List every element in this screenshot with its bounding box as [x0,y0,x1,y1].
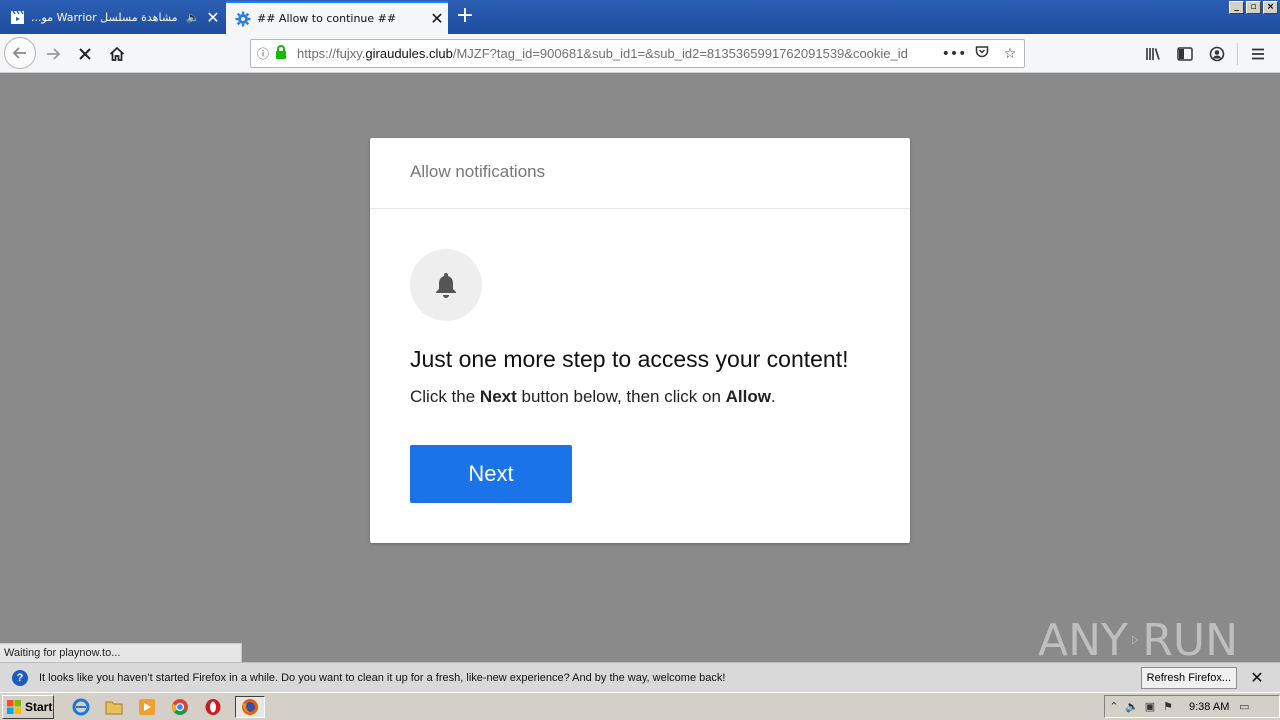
forward-arrow-icon [47,48,61,60]
account-icon[interactable] [1201,39,1233,69]
instruction-next-word: Next [479,387,517,406]
media-player-icon[interactable] [136,696,158,718]
play-logo-icon [1132,635,1139,645]
system-tray: ⌃ 🔈 ▣ ⚑ 9:38 AM ▭ [1104,695,1280,718]
dialog-headline: Just one more step to access your conten… [410,346,849,372]
instruction-allow-word: Allow [725,387,771,406]
start-label: Start [25,699,53,714]
tab-warrior[interactable]: مشاهدة مسلسل Warrior مو... 🔈 ✕ [0,1,224,34]
bell-icon [436,273,456,298]
instruction-text: . [770,387,776,406]
chrome-icon[interactable] [169,696,191,718]
action-center-flag-icon[interactable]: ⚑ [1159,700,1177,713]
internet-explorer-icon[interactable] [70,696,92,718]
file-explorer-icon[interactable] [103,696,125,718]
volume-icon[interactable]: 🔈 [1123,700,1141,713]
bell-badge [410,249,482,321]
speaker-icon[interactable]: 🔈 [186,11,200,24]
navigation-toolbar: ⓘ https://fujxy.giraudules.club/MJZF?tag… [0,34,1280,73]
toolbar-separator [1237,43,1238,65]
refresh-firefox-button[interactable]: Refresh Firefox... [1140,666,1237,689]
next-button[interactable]: Next [410,445,572,503]
back-button[interactable] [4,37,36,69]
start-button[interactable]: Start [2,694,54,719]
stop-button[interactable] [70,39,100,69]
sidebar-icon[interactable] [1169,39,1201,69]
window-controls: _ ▫ × [1229,1,1278,14]
toolbar-right [1137,39,1274,69]
notification-permission-dialog: Allow notifications Just one more step t… [370,138,910,543]
status-panel: Waiting for playnow.to... [0,643,242,662]
url-prefix: https://fujxy. [297,46,366,61]
clock[interactable]: 9:38 AM [1189,701,1229,713]
opera-icon[interactable] [202,696,224,718]
close-icon[interactable]: ✕ [202,9,224,26]
tab-strip: مشاهدة مسلسل Warrior مو... 🔈 ✕ ## Allow … [0,0,1280,34]
library-icon[interactable] [1137,39,1169,69]
page-actions-icon[interactable]: ••• [940,46,968,62]
dialog-instruction: Click the Next button below, then click … [410,387,776,407]
home-icon [109,46,125,61]
watermark-text-left: ANY [1038,614,1128,666]
show-desktop-icon[interactable]: ▭ [1235,700,1253,713]
window-close-button[interactable]: × [1263,1,1278,14]
close-icon[interactable]: ✕ [1250,668,1264,688]
close-icon[interactable]: ✕ [426,10,448,27]
windows-taskbar: Start ⌃ 🔈 ▣ ⚑ 9:38 AM ▭ [0,692,1280,720]
dialog-title: Allow notifications [370,138,910,209]
firefox-taskbar-button[interactable] [235,695,265,718]
instruction-text: button below, then click on [516,387,726,406]
tab-label: مشاهدة مسلسل Warrior مو... [31,11,178,24]
new-tab-button[interactable]: + [452,4,478,30]
lock-icon[interactable] [275,45,291,62]
windows-flag-icon [7,699,21,714]
forward-button[interactable] [38,39,68,69]
bookmark-star-icon[interactable]: ☆ [996,46,1024,62]
minimize-button[interactable]: _ [1229,1,1244,14]
stop-x-icon [79,48,91,60]
refresh-notification-bar: ? It looks like you haven’t started Fire… [0,662,1280,692]
back-arrow-icon [12,47,26,59]
tray-expand-icon[interactable]: ⌃ [1105,700,1123,713]
instruction-text: Click the [410,387,480,406]
network-icon[interactable]: ▣ [1141,700,1159,713]
pocket-icon[interactable] [968,45,996,63]
notification-message: It looks like you haven’t started Firefo… [39,671,726,684]
tab-label: ## Allow to continue ## [257,12,397,25]
question-icon: ? [12,669,28,686]
home-button[interactable] [102,39,132,69]
watermark-text-right: RUN [1142,614,1238,666]
firefox-icon [242,698,258,715]
tab-allow-to-continue[interactable]: ## Allow to continue ## ✕ [226,1,448,34]
gear-icon [235,11,251,27]
restore-button[interactable]: ▫ [1246,1,1261,14]
url-path: /MJZF?tag_id=900681&sub_id1=&sub_id2=813… [452,46,908,61]
clapperboard-icon [9,10,25,26]
menu-hamburger-icon[interactable] [1242,39,1274,69]
info-icon[interactable]: ⓘ [251,45,275,62]
address-bar[interactable]: ⓘ https://fujxy.giraudules.club/MJZF?tag… [250,39,1025,68]
url-text[interactable]: https://fujxy.giraudules.club/MJZF?tag_i… [291,46,940,61]
url-domain: giraudules.club [365,46,453,61]
